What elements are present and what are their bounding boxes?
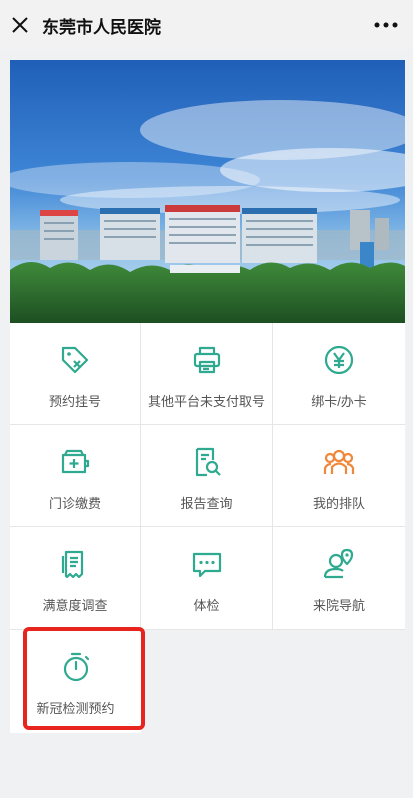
menu-item-label: 预约挂号 [48, 394, 101, 409]
menu-item-label: 满意度调查 [42, 598, 108, 613]
menu-item-label: 绑卡/办卡 [311, 394, 367, 409]
menu-item-label: 新冠检测预约 [36, 701, 115, 716]
menu-item-hospital-navigation[interactable]: 来院导航 [273, 527, 405, 630]
more-button[interactable] [371, 13, 401, 37]
page-title: 东莞市人民医院 [42, 17, 161, 37]
menu-item-unpaid-ticket[interactable]: 其他平台未支付取号 [141, 323, 273, 425]
menu-item-label: 我的排队 [312, 496, 365, 511]
menu-item-physical-exam[interactable]: 体检 [141, 527, 273, 630]
hospital-banner [10, 60, 405, 323]
menu-item-outpatient-payment[interactable]: 门诊缴费 [10, 425, 141, 527]
menu-item-label: 来院导航 [312, 598, 365, 613]
queue-people-icon [322, 445, 356, 479]
menu-item-covid-test-appointment[interactable]: 新冠检测预约 [10, 630, 141, 733]
hospital-building-image [10, 60, 405, 323]
wallet-plus-icon [58, 445, 92, 479]
report-search-icon [190, 445, 224, 479]
survey-icon [58, 547, 92, 581]
extra-menu-row: 新冠检测预约 [10, 630, 141, 733]
menu-item-satisfaction-survey[interactable]: 满意度调查 [10, 527, 141, 630]
message-dots-icon [190, 547, 224, 581]
menu-item-label: 门诊缴费 [48, 496, 101, 511]
menu-item-appointment[interactable]: 预约挂号 [10, 323, 141, 425]
top-bar: 东莞市人民医院 [0, 0, 413, 50]
tag-x-icon [58, 343, 92, 377]
yen-circle-icon [322, 343, 356, 377]
printer-icon [190, 343, 224, 377]
menu-item-my-queue[interactable]: 我的排队 [273, 425, 405, 527]
stopwatch-icon [59, 650, 93, 684]
menu-item-report-query[interactable]: 报告查询 [141, 425, 273, 527]
close-button[interactable] [0, 0, 40, 50]
menu-item-label: 其他平台未支付取号 [147, 394, 265, 409]
menu-item-label: 报告查询 [180, 496, 233, 511]
menu-item-label: 体检 [193, 598, 220, 613]
more-icon [374, 22, 398, 28]
service-menu-grid: 预约挂号 其他平台未支付取号 绑卡/办卡 门诊缴费 报告查询 我的排队 满意度调… [10, 323, 405, 630]
close-icon [12, 17, 28, 33]
menu-item-bind-card[interactable]: 绑卡/办卡 [273, 323, 405, 425]
user-location-icon [322, 547, 356, 581]
